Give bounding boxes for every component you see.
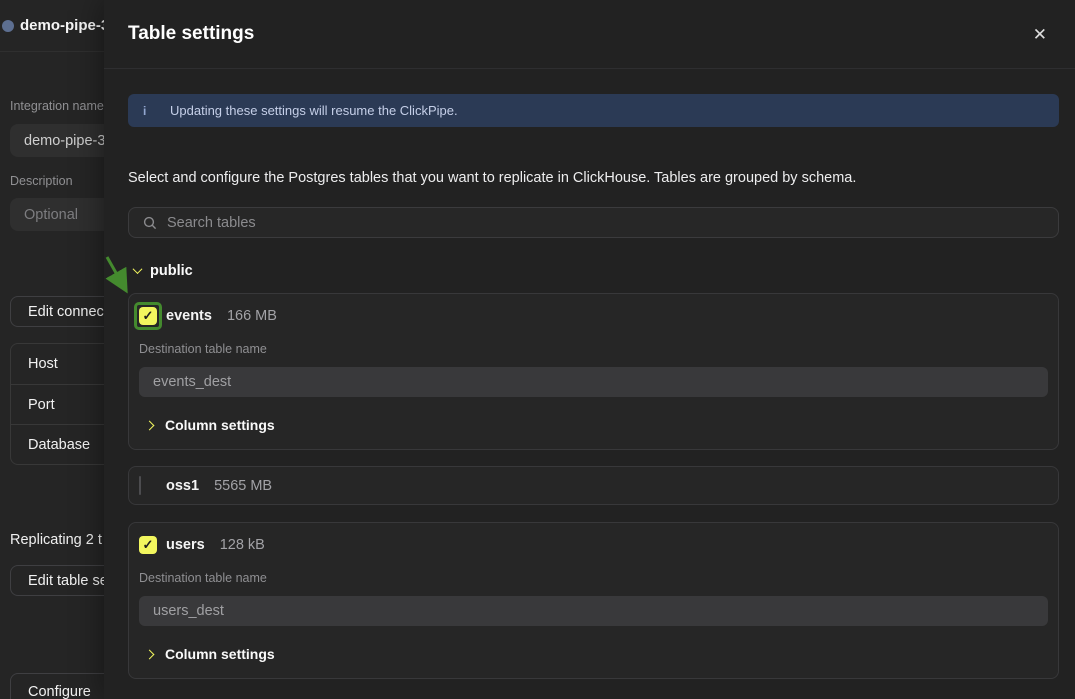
edit-table-settings-button[interactable]: Edit table se (10, 565, 104, 596)
table-size: 166 MB (227, 308, 277, 324)
description-input[interactable]: Optional (10, 198, 104, 231)
chevron-down-icon (133, 264, 143, 274)
table-card-users: ✓ users 128 kB Destination table name us… (128, 522, 1059, 679)
chevron-right-icon (145, 649, 155, 659)
events-checkbox[interactable]: ✓ (139, 307, 157, 325)
table-settings-modal: Table settings ✕ i Updating these settin… (104, 0, 1075, 699)
source-icon (2, 20, 14, 32)
chevron-right-icon (145, 420, 155, 430)
schema-group-public[interactable]: public (134, 263, 1059, 278)
search-input[interactable]: Search tables (128, 207, 1059, 238)
intro-text: Select and configure the Postgres tables… (128, 169, 1059, 187)
connection-row-database: Database (11, 424, 104, 464)
table-size: 5565 MB (214, 478, 272, 494)
search-placeholder: Search tables (167, 215, 256, 231)
configure-button[interactable]: Configure (10, 673, 104, 699)
oss1-checkbox[interactable] (139, 476, 141, 495)
table-row: ✓ users 128 kB (139, 532, 1048, 558)
users-destination-input[interactable]: users_dest (139, 596, 1048, 626)
modal-header: Table settings ✕ (104, 0, 1075, 69)
table-card-events: ✓ events 166 MB Destination table name e… (128, 293, 1059, 450)
events-destination-input[interactable]: events_dest (139, 367, 1048, 397)
events-column-settings-toggle[interactable]: Column settings (146, 416, 1048, 434)
connection-details-card: Host Port Database (10, 343, 104, 465)
users-checkbox[interactable]: ✓ (139, 536, 157, 554)
integration-name-label: Integration name (10, 99, 104, 113)
modal-title: Table settings (128, 23, 254, 45)
resume-info-banner: i Updating these settings will resume th… (128, 94, 1059, 127)
banner-text: Updating these settings will resume the … (170, 103, 458, 118)
table-card-oss1: oss1 5565 MB (128, 466, 1059, 505)
table-row: ✓ events 166 MB (139, 303, 1048, 329)
users-column-settings-toggle[interactable]: Column settings (146, 645, 1048, 663)
close-icon[interactable]: ✕ (1029, 22, 1051, 47)
destination-table-label: Destination table name (139, 342, 1048, 356)
connection-row-port: Port (11, 384, 104, 424)
pipe-header: demo-pipe-3 (0, 0, 104, 52)
integration-name-input[interactable]: demo-pipe-3 (10, 124, 104, 157)
page-title: demo-pipe-3 (20, 17, 104, 34)
info-icon: i (143, 104, 149, 118)
edit-connection-button[interactable]: Edit connec (10, 296, 104, 327)
table-size: 128 kB (220, 537, 265, 553)
background-page: demo-pipe-3 Integration name demo-pipe-3… (0, 0, 104, 699)
search-icon (143, 216, 157, 230)
replicating-status: Replicating 2 t (10, 532, 104, 548)
description-label: Description (10, 174, 104, 188)
destination-table-label: Destination table name (139, 571, 1048, 585)
connection-row-host: Host (11, 344, 104, 384)
